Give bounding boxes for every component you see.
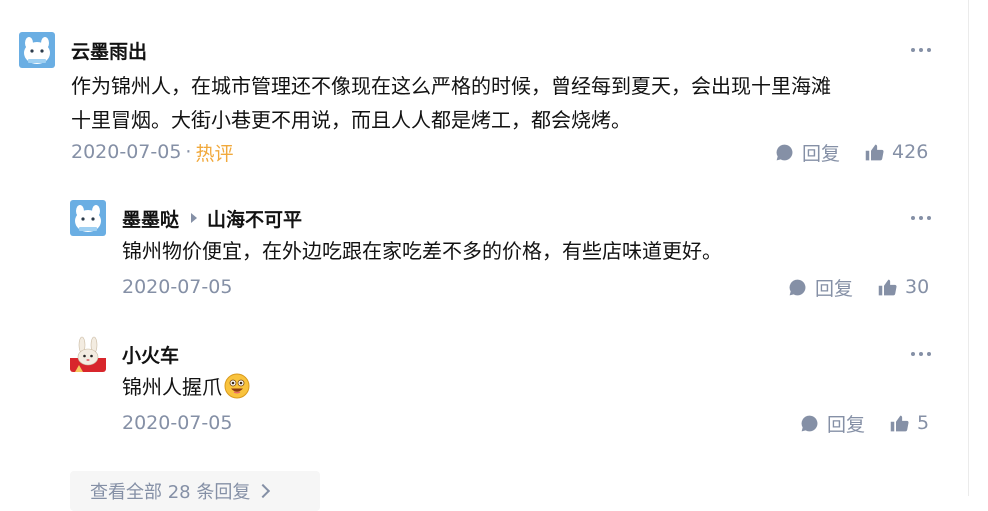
more-options-button[interactable] [911, 32, 931, 68]
like-button[interactable]: 5 [889, 412, 929, 434]
like-button[interactable]: 30 [877, 276, 929, 298]
like-count: 426 [892, 141, 929, 163]
comment-bubble-icon [789, 279, 806, 295]
comment-text-line-1: 作为锦州人，在城市管理还不像现在这么严格的时候，曾经每到夏天，会出现十里海滩 [71, 74, 831, 98]
reply-label: 回复 [815, 277, 854, 300]
comment-text: 锦州物价便宜，在外边吃跟在家吃差不多的价格，有些店味道更好。 [122, 239, 722, 263]
author-name[interactable]: 小火车 [122, 341, 179, 368]
author-name[interactable]: 云墨雨出 [71, 37, 147, 64]
avatar[interactable] [70, 336, 106, 372]
hot-badge: 热评 [195, 142, 234, 165]
like-count: 5 [917, 412, 930, 434]
comment-text: 锦州人握爪 [122, 370, 250, 404]
thumbs-up-icon [890, 415, 909, 431]
reply-to-name[interactable]: 山海不可平 [207, 205, 302, 232]
more-options-button[interactable] [911, 200, 931, 236]
thumbs-up-icon [878, 279, 897, 295]
rabbit-avatar-icon [70, 336, 106, 372]
comment-date: 2020-07-05 [71, 141, 182, 163]
blue-cartoon-avatar-icon [70, 200, 106, 236]
comment-date: 2020-07-05 [122, 276, 233, 298]
like-count: 30 [905, 276, 930, 298]
reply-button[interactable]: 回复 [799, 410, 865, 437]
meta-separator: · [185, 141, 192, 163]
reply-to-arrow-icon [191, 213, 198, 223]
author-name[interactable]: 墨墨哒 [122, 205, 179, 232]
reply-label: 回复 [802, 142, 841, 165]
grinning-emoji-icon [224, 373, 250, 399]
more-options-button[interactable] [911, 336, 931, 372]
comment-text-line-2: 十里冒烟。大街小巷更不用说，而且人人都是烤工，都会烧烤。 [71, 108, 631, 132]
reply-button[interactable]: 回复 [774, 139, 840, 166]
comment-text-content: 锦州人握爪 [122, 375, 222, 399]
reply-label: 回复 [827, 413, 866, 436]
avatar[interactable] [19, 32, 55, 68]
thumbs-up-icon [865, 144, 884, 160]
comment-date: 2020-07-05 [122, 412, 233, 434]
comment-bubble-icon [801, 415, 818, 431]
view-all-label: 查看全部 28 条回复 [90, 482, 251, 503]
view-all-replies-button[interactable]: 查看全部 28 条回复 [70, 471, 320, 511]
reply-button[interactable]: 回复 [787, 274, 853, 301]
like-button[interactable]: 426 [864, 141, 928, 163]
content-right-border [968, 0, 969, 496]
avatar[interactable] [70, 200, 106, 236]
blue-cartoon-avatar-icon [19, 32, 55, 68]
comment-bubble-icon [776, 144, 793, 160]
